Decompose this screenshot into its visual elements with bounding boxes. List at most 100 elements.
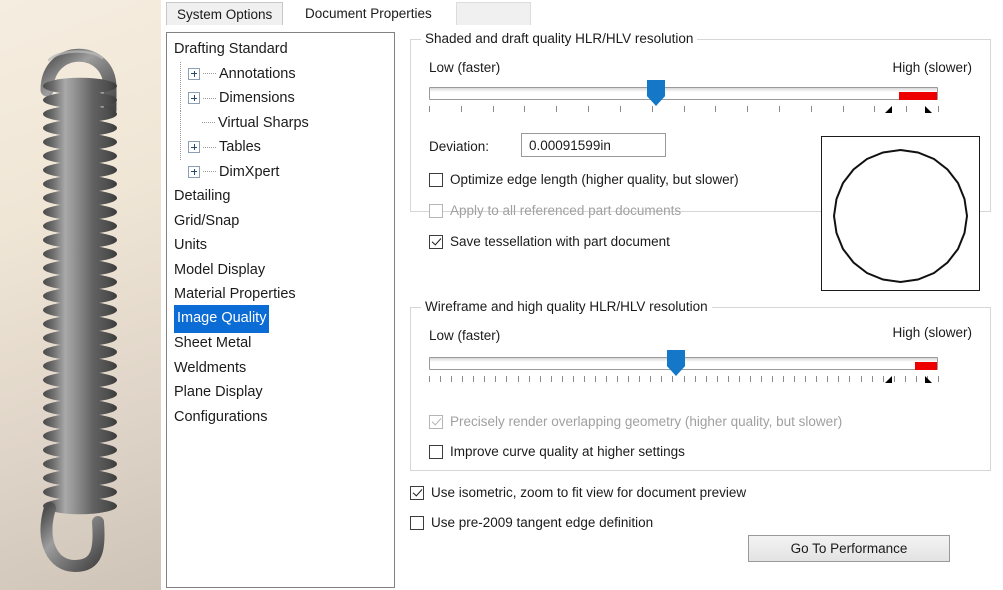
slider-tick <box>524 106 525 112</box>
pre-2009-tangent-edge-label: Use pre-2009 tangent edge definition <box>431 515 654 530</box>
tree-item-label: DimXpert <box>219 163 280 180</box>
slider-tick <box>606 376 607 382</box>
tree-item-image-quality[interactable]: Image Quality <box>167 305 394 333</box>
slider-tick <box>827 376 828 382</box>
tree-item-drafting-standard[interactable]: Drafting Standard <box>167 37 394 62</box>
slider-marker-arrow-right <box>925 376 932 383</box>
slider-tick <box>628 376 629 382</box>
slider-tick <box>747 106 748 112</box>
shaded-quality-slider-thumb[interactable] <box>647 80 665 106</box>
expand-plus-icon[interactable] <box>188 92 200 105</box>
slider-tick <box>495 376 496 382</box>
model-preview-pane <box>0 0 161 590</box>
tree-item-grid-snap[interactable]: Grid/Snap <box>167 209 394 234</box>
shaded-slider-low-label: Low (faster) <box>429 60 501 75</box>
tree-item-detailing[interactable]: Detailing <box>167 184 394 209</box>
slider-tick <box>861 376 862 382</box>
use-isometric-preview-checkbox-row[interactable]: Use isometric, zoom to fit view for docu… <box>410 485 746 500</box>
deviation-label: Deviation: <box>429 139 490 154</box>
tab-system-options[interactable]: System Options <box>166 2 284 25</box>
slider-marker-arrow-right <box>925 106 932 113</box>
tree-item-tables[interactable]: Tables <box>167 135 394 160</box>
slider-marker-arrow-left <box>885 106 892 113</box>
slider-marker-arrow-left <box>885 376 892 383</box>
slider-tick <box>672 376 673 382</box>
tree-item-label: Image Quality <box>174 305 270 333</box>
expand-plus-icon[interactable] <box>188 165 200 178</box>
tree-item-weldments[interactable]: Weldments <box>167 356 394 381</box>
slider-tick <box>551 376 552 382</box>
slider-tick <box>650 376 651 382</box>
slider-tick <box>905 376 906 382</box>
slider-tick <box>562 376 563 382</box>
wireframe-quality-group-title: Wireframe and high quality HLR/HLV resol… <box>421 299 712 314</box>
tree-item-units[interactable]: Units <box>167 233 394 258</box>
tree-item-label: Tables <box>219 139 261 155</box>
pre-2009-tangent-edge-checkbox-row[interactable]: Use pre-2009 tangent edge definition <box>410 515 653 530</box>
tree-item-sheet-metal[interactable]: Sheet Metal <box>167 331 394 356</box>
tree-item-plane-display[interactable]: Plane Display <box>167 380 394 405</box>
expand-plus-icon[interactable] <box>188 141 200 154</box>
tree-item-annotations[interactable]: Annotations <box>167 61 394 86</box>
slider-tick <box>916 376 917 382</box>
improve-curve-quality-checkbox-row[interactable]: Improve curve quality at higher settings <box>429 444 685 459</box>
tree-item-material-properties[interactable]: Material Properties <box>167 282 394 307</box>
slider-tick <box>556 106 557 112</box>
wireframe-quality-group: Wireframe and high quality HLR/HLV resol… <box>410 299 991 471</box>
wireframe-quality-slider-thumb[interactable] <box>667 350 685 376</box>
save-tessellation-checkbox[interactable] <box>429 234 443 249</box>
tab-strip-filler <box>456 2 531 25</box>
faceted-circle-icon <box>832 148 969 284</box>
tree-item-virtual-sharps[interactable]: Virtual Sharps <box>167 110 394 135</box>
slider-tick <box>617 376 618 382</box>
slider-tick <box>883 376 884 382</box>
wireframe-slider-high-label: High (slower) <box>892 325 972 340</box>
slider-tick <box>739 376 740 382</box>
improve-curve-quality-label: Improve curve quality at higher settings <box>450 444 685 459</box>
shaded-slider-high-label: High (slower) <box>892 60 972 75</box>
slider-tick <box>540 376 541 382</box>
slider-tick <box>849 376 850 382</box>
wireframe-slider-red-zone <box>915 359 937 370</box>
optimize-edge-length-checkbox[interactable] <box>429 172 443 187</box>
shaded-quality-slider-track[interactable] <box>429 87 938 100</box>
save-tessellation-label: Save tessellation with part document <box>450 234 670 249</box>
slider-tick <box>750 376 751 382</box>
go-to-performance-button[interactable]: Go To Performance <box>748 535 950 562</box>
slider-tick <box>518 376 519 382</box>
tree-item-configurations[interactable]: Configurations <box>167 405 394 430</box>
deviation-input[interactable]: 0.00091599in <box>521 133 666 157</box>
settings-category-tree[interactable]: Drafting Standard Annotations Dimensions… <box>166 32 395 588</box>
tree-item-model-display[interactable]: Model Display <box>167 258 394 283</box>
slider-tick <box>906 106 907 112</box>
apply-to-referenced-docs-checkbox-row: Apply to all referenced part documents <box>429 203 681 218</box>
tree-item-label: Drafting Standard <box>174 41 288 57</box>
slider-tick <box>639 376 640 382</box>
slider-tick <box>451 376 452 382</box>
pre-2009-tangent-edge-checkbox[interactable] <box>410 515 424 530</box>
save-tessellation-checkbox-row[interactable]: Save tessellation with part document <box>429 234 670 249</box>
tree-item-dimxpert[interactable]: DimXpert <box>167 160 394 185</box>
tree-connector-line <box>202 122 216 124</box>
slider-tick <box>772 376 773 382</box>
tessellation-preview-box <box>821 136 980 291</box>
slider-tick <box>872 376 873 382</box>
slider-tick <box>484 376 485 382</box>
tree-item-label: Sheet Metal <box>174 335 252 351</box>
tree-item-label: Units <box>174 237 208 253</box>
shaded-slider-red-zone <box>899 89 937 100</box>
slider-tick <box>461 106 462 112</box>
tree-item-dimensions[interactable]: Dimensions <box>167 86 394 111</box>
improve-curve-quality-checkbox[interactable] <box>429 444 443 459</box>
tree-guide-line <box>180 135 181 160</box>
tree-item-label: Configurations <box>174 408 268 425</box>
tab-document-properties[interactable]: Document Properties <box>295 1 442 27</box>
shaded-slider-ticks <box>429 106 939 113</box>
use-isometric-preview-checkbox[interactable] <box>410 485 424 500</box>
slider-tick <box>695 376 696 382</box>
precisely-render-checkbox-row: Precisely render overlapping geometry (h… <box>429 414 842 429</box>
slider-tick <box>429 106 430 112</box>
expand-plus-icon[interactable] <box>188 67 200 80</box>
optimize-edge-length-checkbox-row[interactable]: Optimize edge length (higher quality, bu… <box>429 172 739 187</box>
wireframe-slider-ticks <box>429 376 939 383</box>
